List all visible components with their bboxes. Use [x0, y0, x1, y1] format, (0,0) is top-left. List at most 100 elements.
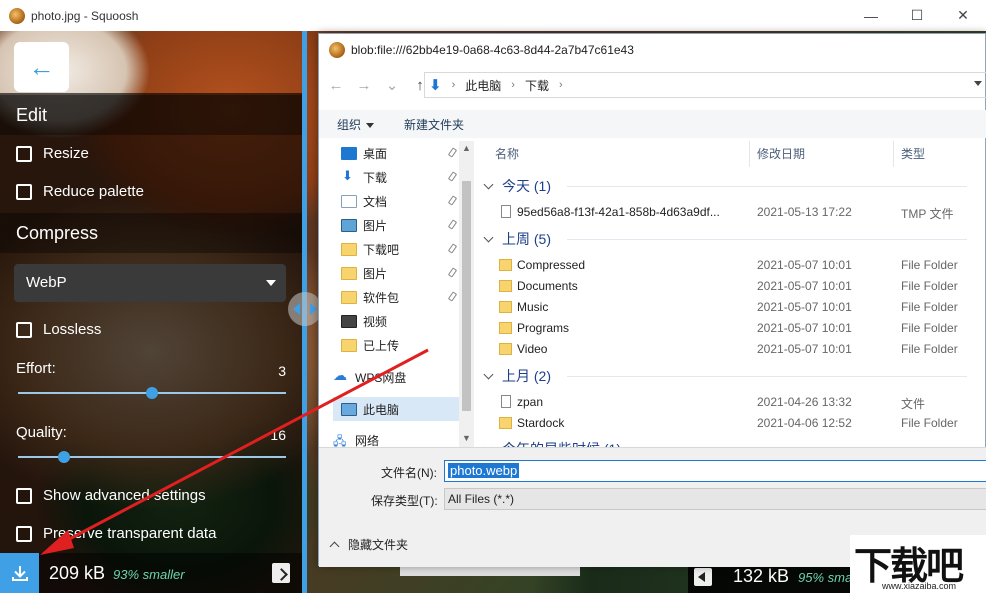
- quality-slider[interactable]: [18, 451, 286, 463]
- minimize-button[interactable]: —: [848, 0, 894, 31]
- address-dropdown-icon[interactable]: [974, 81, 982, 86]
- nav-scroll-thumb[interactable]: [462, 181, 471, 411]
- advanced-settings-checkbox[interactable]: [16, 487, 32, 504]
- reduce-palette-checkbox[interactable]: [16, 183, 32, 200]
- nav-item-documents[interactable]: 文档: [341, 189, 459, 213]
- file-row[interactable]: Documents 2021-05-07 10:01 File Folder: [477, 276, 986, 297]
- effort-slider-thumb[interactable]: [146, 387, 158, 399]
- nav-item-pictures-folder[interactable]: 图片: [341, 261, 459, 285]
- nav-item-this-pc[interactable]: 此电脑: [333, 397, 459, 421]
- file-name: zpan: [517, 395, 544, 409]
- file-row[interactable]: Programs 2021-05-07 10:01 File Folder: [477, 318, 986, 339]
- copy-left-icon[interactable]: [694, 568, 712, 586]
- savetype-select[interactable]: All Files (*.*): [444, 488, 986, 510]
- group-divider: [567, 186, 967, 187]
- file-row[interactable]: Compressed 2021-05-07 10:01 File Folder: [477, 255, 986, 276]
- nav-item-xiazaiba[interactable]: 下载吧: [341, 237, 459, 261]
- download-button[interactable]: [0, 553, 39, 593]
- resize-option[interactable]: Resize: [16, 145, 89, 162]
- quality-slider-thumb[interactable]: [57, 451, 70, 463]
- file-name: Stardock: [517, 416, 565, 430]
- preserve-transparent-option[interactable]: Preserve transparent data: [16, 525, 216, 542]
- file-date: 2021-05-07 10:01: [757, 342, 852, 356]
- scroll-down-icon[interactable]: ▼: [462, 433, 471, 443]
- divider-handle[interactable]: [288, 292, 322, 326]
- breadcrumb-downloads[interactable]: 下载: [525, 77, 549, 94]
- resize-checkbox[interactable]: [16, 145, 32, 162]
- organize-button[interactable]: 组织: [337, 116, 375, 133]
- lossless-checkbox[interactable]: [16, 321, 32, 338]
- right-result-smaller: 95% sma: [798, 570, 853, 585]
- filename-field[interactable]: photo.webp: [444, 460, 986, 482]
- folder-icon: [499, 301, 512, 313]
- file-row[interactable]: zpan 2021-04-26 13:32 文件: [477, 392, 986, 413]
- recent-locations-button[interactable]: ⌄: [381, 76, 403, 94]
- reduce-palette-option[interactable]: Reduce palette: [16, 183, 144, 200]
- back-nav-button[interactable]: ←: [325, 77, 347, 94]
- maximize-button[interactable]: ☐: [894, 0, 940, 31]
- nav-item-label: 软件包: [363, 290, 400, 305]
- file-type: File Folder: [901, 258, 958, 272]
- nav-item-downloads[interactable]: 下载: [341, 165, 459, 189]
- forward-nav-button[interactable]: →: [353, 77, 375, 94]
- download-icon: [11, 566, 28, 581]
- folder-icon: [341, 242, 357, 256]
- column-name[interactable]: 名称: [495, 141, 519, 167]
- footer-strip: [400, 566, 580, 576]
- file-name: 95ed56a8-f13f-42a1-858b-4d63a9df...: [517, 205, 720, 219]
- group-divider: [567, 239, 967, 240]
- hide-folders-toggle[interactable]: 隐藏文件夹: [329, 536, 408, 553]
- nav-item-packages[interactable]: 软件包: [341, 285, 459, 309]
- file-row[interactable]: 95ed56a8-f13f-42a1-858b-4d63a9df... 2021…: [477, 202, 986, 223]
- group-today[interactable]: 今天 (1): [483, 176, 551, 196]
- chevron-down-icon: [366, 122, 375, 128]
- new-folder-button[interactable]: 新建文件夹: [404, 116, 464, 133]
- preserve-transparent-checkbox[interactable]: [16, 525, 32, 542]
- advanced-settings-label: Show advanced settings: [43, 487, 206, 504]
- breadcrumb-this-pc[interactable]: 此电脑: [465, 77, 501, 94]
- pin-icon: [447, 243, 458, 254]
- file-row[interactable]: Stardock 2021-04-06 12:52 File Folder: [477, 413, 986, 434]
- close-button[interactable]: ✕: [940, 0, 986, 31]
- nav-item-wps-cloud[interactable]: WPS网盘: [333, 365, 451, 389]
- quality-label: Quality:: [16, 424, 67, 441]
- folder-icon: [341, 266, 357, 280]
- format-selected: WebP: [26, 274, 67, 291]
- lossless-label: Lossless: [43, 321, 102, 338]
- back-button[interactable]: ←: [14, 42, 69, 92]
- nav-item-uploaded[interactable]: 已上传: [341, 333, 459, 357]
- file-date: 2021-05-13 17:22: [757, 205, 852, 219]
- nav-item-videos[interactable]: 视频: [341, 309, 459, 333]
- folder-icon: [341, 338, 357, 352]
- file-row[interactable]: Video 2021-05-07 10:01 File Folder: [477, 339, 986, 360]
- lossless-option[interactable]: Lossless: [16, 321, 101, 338]
- column-divider[interactable]: [749, 141, 750, 167]
- copy-to-other-side-icon[interactable]: [272, 563, 290, 583]
- nav-item-label: WPS网盘: [355, 370, 407, 385]
- file-date: 2021-04-26 13:32: [757, 395, 852, 409]
- document-icon: [341, 194, 357, 208]
- chevron-down-icon: [483, 232, 494, 242]
- column-type[interactable]: 类型: [901, 141, 925, 167]
- nav-item-pictures[interactable]: 图片: [341, 213, 459, 237]
- file-type: 文件: [901, 397, 926, 411]
- nav-pane-scrollbar[interactable]: ▲ ▼: [459, 141, 474, 447]
- file-row[interactable]: Music 2021-05-07 10:01 File Folder: [477, 297, 986, 318]
- group-last-month[interactable]: 上月 (2): [483, 366, 551, 386]
- group-last-week[interactable]: 上周 (5): [483, 229, 551, 249]
- scroll-up-icon[interactable]: ▲: [462, 143, 471, 153]
- file-date: 2021-05-07 10:01: [757, 258, 852, 272]
- format-select[interactable]: WebP: [14, 264, 286, 302]
- file-type: File Folder: [901, 342, 958, 356]
- folder-icon: [499, 343, 512, 355]
- effort-slider[interactable]: [18, 387, 286, 399]
- dialog-titlebar: blob:file:///62bb4e19-0a68-4c63-8d44-2a7…: [319, 34, 986, 66]
- nav-item-desktop[interactable]: 桌面: [341, 141, 459, 165]
- column-divider[interactable]: [893, 141, 894, 167]
- navigation-pane: 桌面 下载 文档 图片 下载吧 图片 软: [319, 141, 474, 453]
- column-date[interactable]: 修改日期: [757, 141, 805, 167]
- address-bar[interactable]: ⬇ › 此电脑 › 下载 ›: [424, 72, 986, 98]
- group-earlier-this-year[interactable]: 今年的早些时候 (1): [483, 439, 621, 447]
- watermark-url: www.xiazaiba.com: [882, 581, 957, 591]
- advanced-settings-option[interactable]: Show advanced settings: [16, 487, 206, 504]
